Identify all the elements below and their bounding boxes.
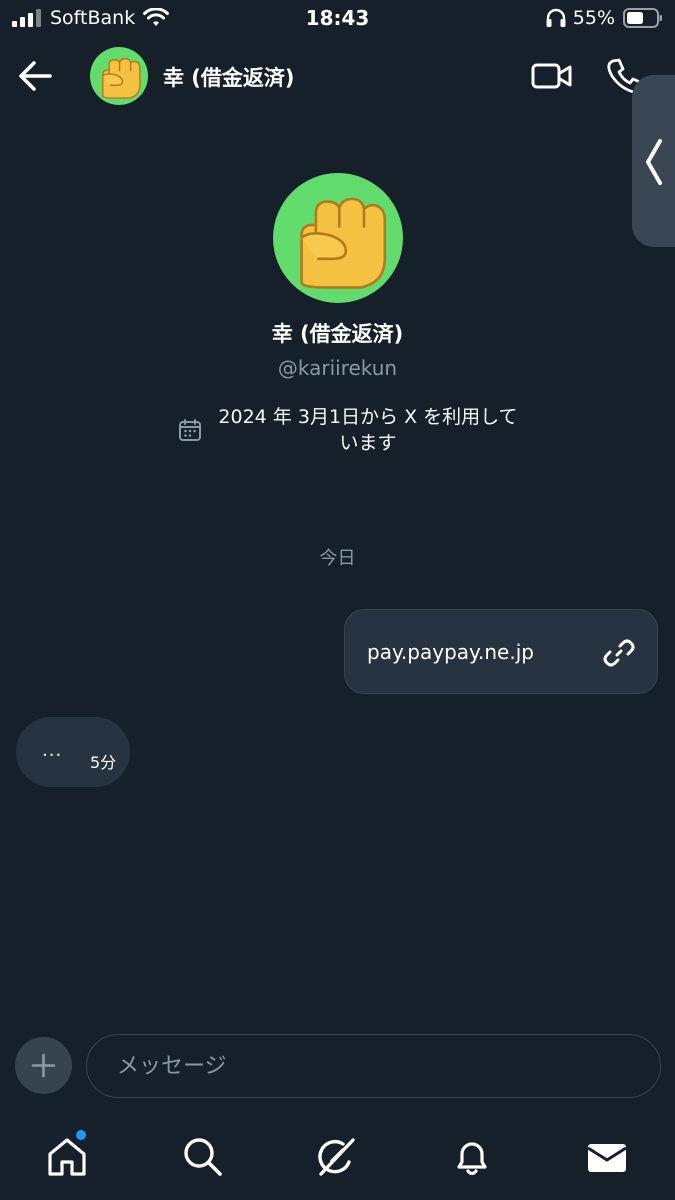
header-name[interactable]: 幸 (借金返済) — [163, 62, 295, 92]
raised-fist-icon — [102, 57, 141, 99]
typing-timestamp: 5分 — [90, 753, 117, 772]
search-icon — [184, 1138, 222, 1176]
video-camera-icon — [531, 63, 572, 89]
tab-home[interactable] — [44, 1130, 90, 1180]
status-right: 55% — [545, 7, 663, 29]
typing-indicator: ··· 5分 — [16, 717, 130, 787]
side-panel-handle[interactable] — [632, 75, 675, 247]
tab-notifications[interactable] — [449, 1134, 495, 1180]
dm-conversation-screen: SoftBank 18:43 55% 幸 (借金返済) 幸 (借金返済) @ka… — [0, 0, 675, 1200]
profile-name[interactable]: 幸 (借金返済) — [0, 318, 675, 348]
profile-avatar[interactable] — [273, 173, 403, 303]
add-attachment-button[interactable] — [15, 1037, 72, 1094]
header-avatar[interactable] — [90, 47, 148, 105]
link-icon[interactable] — [601, 635, 637, 671]
conversation-header: 幸 (借金返済) — [0, 40, 675, 112]
status-bar: SoftBank 18:43 55% — [0, 0, 675, 36]
raised-fist-icon — [300, 197, 387, 289]
calendar-icon — [179, 419, 201, 441]
joined-text: 2024 年 3月1日から X を利用して います — [218, 406, 518, 454]
message-input[interactable] — [86, 1034, 661, 1098]
chevron-left-icon — [646, 139, 662, 185]
envelope-icon — [587, 1144, 627, 1172]
bell-icon — [457, 1142, 487, 1176]
grok-icon — [318, 1138, 355, 1176]
plus-icon — [31, 1053, 56, 1078]
bottom-tab-bar — [0, 1120, 675, 1200]
tab-grok[interactable] — [313, 1134, 359, 1180]
tab-messages[interactable] — [584, 1134, 630, 1180]
message-bubble-outgoing[interactable]: pay.paypay.ne.jp — [344, 609, 658, 694]
home-icon — [48, 1138, 86, 1176]
typing-dots: ··· — [42, 745, 63, 766]
date-separator: 今日 — [319, 548, 356, 569]
home-notification-dot — [76, 1130, 86, 1140]
headphones-icon — [546, 8, 566, 27]
message-link-text[interactable]: pay.paypay.ne.jp — [367, 640, 534, 664]
tab-search[interactable] — [180, 1134, 226, 1180]
back-button[interactable] — [14, 56, 58, 96]
battery-icon — [623, 8, 662, 28]
arrow-left-icon — [19, 61, 52, 91]
battery-percent: 55% — [572, 7, 615, 29]
video-call-button[interactable] — [530, 58, 574, 94]
profile-handle[interactable]: @kariirekun — [0, 356, 675, 380]
